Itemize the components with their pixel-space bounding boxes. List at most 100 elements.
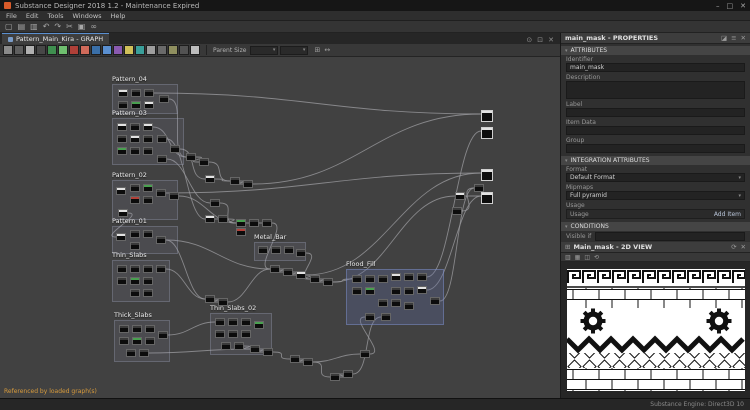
- graph-node[interactable]: [156, 189, 166, 197]
- graph-node[interactable]: [117, 123, 127, 131]
- graph-node[interactable]: [143, 196, 153, 204]
- pin-icon[interactable]: ⊡: [537, 36, 543, 44]
- graph-node[interactable]: [352, 287, 362, 295]
- graph-node[interactable]: [455, 192, 465, 200]
- graph-node[interactable]: [132, 337, 142, 345]
- graph-node[interactable]: [205, 175, 215, 183]
- graph-node[interactable]: [296, 249, 306, 257]
- graph-node[interactable]: [132, 325, 142, 333]
- graph-node[interactable]: [360, 350, 370, 358]
- menu-file[interactable]: File: [6, 12, 17, 20]
- graph-node[interactable]: [117, 147, 127, 155]
- palette-node-icon[interactable]: [179, 45, 189, 55]
- graph-node[interactable]: [157, 135, 167, 143]
- graph-node[interactable]: [118, 209, 128, 217]
- graph-node[interactable]: [417, 273, 427, 281]
- copy-icon[interactable]: ▣: [78, 22, 86, 32]
- undo-icon[interactable]: ↶: [43, 22, 50, 32]
- maximize-button[interactable]: □: [727, 2, 734, 10]
- graph-node[interactable]: [270, 265, 280, 273]
- menu-icon[interactable]: ≡: [731, 34, 736, 42]
- close-icon[interactable]: ✕: [741, 243, 746, 251]
- graph-node[interactable]: [119, 325, 129, 333]
- palette-node-icon[interactable]: [157, 45, 167, 55]
- graph-node[interactable]: [310, 275, 320, 283]
- graph-node[interactable]: [481, 127, 493, 139]
- graph-node[interactable]: [236, 219, 246, 227]
- palette-node-icon[interactable]: [69, 45, 79, 55]
- graph-node[interactable]: [330, 373, 340, 381]
- graph-node[interactable]: [130, 123, 140, 131]
- graph-node[interactable]: [130, 289, 140, 297]
- section-attributes[interactable]: ▾ATTRIBUTES: [561, 46, 750, 55]
- graph-node[interactable]: [303, 358, 313, 366]
- save-icon[interactable]: ▥: [30, 22, 38, 32]
- graph-node[interactable]: [474, 184, 484, 192]
- graph-node[interactable]: [234, 342, 244, 350]
- new-file-icon[interactable]: ▢: [5, 22, 13, 32]
- graph-node[interactable]: [143, 147, 153, 155]
- graph-node[interactable]: [118, 89, 128, 97]
- graph-node[interactable]: [250, 345, 260, 353]
- graph-node[interactable]: [228, 330, 238, 338]
- graph-node[interactable]: [221, 342, 231, 350]
- link-icon[interactable]: ∞: [90, 22, 97, 32]
- graph-node[interactable]: [215, 330, 225, 338]
- palette-node-icon[interactable]: [14, 45, 24, 55]
- graph-node[interactable]: [271, 246, 281, 254]
- graph-node[interactable]: [131, 101, 141, 109]
- graph-node[interactable]: [218, 215, 228, 223]
- graph-node[interactable]: [143, 265, 153, 273]
- mipmaps-select[interactable]: Full pyramid▾: [566, 191, 745, 200]
- palette-node-icon[interactable]: [80, 45, 90, 55]
- refresh-icon[interactable]: ⟳: [731, 243, 736, 251]
- graph-node[interactable]: [158, 331, 168, 339]
- graph-node[interactable]: [404, 273, 414, 281]
- palette-node-icon[interactable]: [102, 45, 112, 55]
- graph-node[interactable]: [130, 147, 140, 155]
- identifier-input[interactable]: main_mask: [566, 63, 745, 72]
- graph-node[interactable]: [131, 89, 141, 97]
- graph-node[interactable]: [156, 265, 166, 273]
- visible-if-input[interactable]: [595, 232, 745, 241]
- graph-node[interactable]: [365, 287, 375, 295]
- parent-size-width-select[interactable]: ▾: [250, 46, 278, 55]
- close-icon[interactable]: ✕: [548, 36, 554, 44]
- graph-node[interactable]: [145, 337, 155, 345]
- graph-node[interactable]: [228, 318, 238, 326]
- graph-node[interactable]: [130, 135, 140, 143]
- graph-node[interactable]: [130, 230, 140, 238]
- tiling-icon[interactable]: ▦: [575, 254, 581, 261]
- graph-node[interactable]: [391, 287, 401, 295]
- graph-canvas[interactable]: Pattern_04Pattern_03Pattern_02Pattern_01…: [0, 57, 560, 398]
- graph-node[interactable]: [236, 228, 246, 236]
- palette-node-icon[interactable]: [168, 45, 178, 55]
- menu-tools[interactable]: Tools: [47, 12, 63, 20]
- graph-node[interactable]: [169, 192, 179, 200]
- graph-node[interactable]: [117, 277, 127, 285]
- palette-node-icon[interactable]: [25, 45, 35, 55]
- graph-node[interactable]: [143, 289, 153, 297]
- graph-node[interactable]: [130, 196, 140, 204]
- graph-node[interactable]: [323, 278, 333, 286]
- swap-icon[interactable]: ↔: [324, 46, 330, 54]
- graph-node[interactable]: [130, 242, 140, 250]
- pin-icon[interactable]: ◪: [721, 34, 727, 42]
- palette-node-icon[interactable]: [47, 45, 57, 55]
- graph-node[interactable]: [143, 277, 153, 285]
- graph-node[interactable]: [215, 318, 225, 326]
- graph-node[interactable]: [143, 123, 153, 131]
- graph-node[interactable]: [404, 287, 414, 295]
- graph-node[interactable]: [290, 355, 300, 363]
- channels-icon[interactable]: ◫: [584, 254, 590, 261]
- link-size-icon[interactable]: ⊞: [314, 46, 320, 54]
- label-input[interactable]: [566, 108, 745, 117]
- graph-node[interactable]: [144, 101, 154, 109]
- graph-node[interactable]: [417, 286, 427, 294]
- description-input[interactable]: [566, 81, 745, 99]
- graph-node[interactable]: [381, 313, 391, 321]
- graph-node[interactable]: [116, 233, 126, 241]
- graph-node[interactable]: [205, 295, 215, 303]
- graph-node[interactable]: [241, 330, 251, 338]
- parent-size-height-select[interactable]: ▾: [280, 46, 308, 55]
